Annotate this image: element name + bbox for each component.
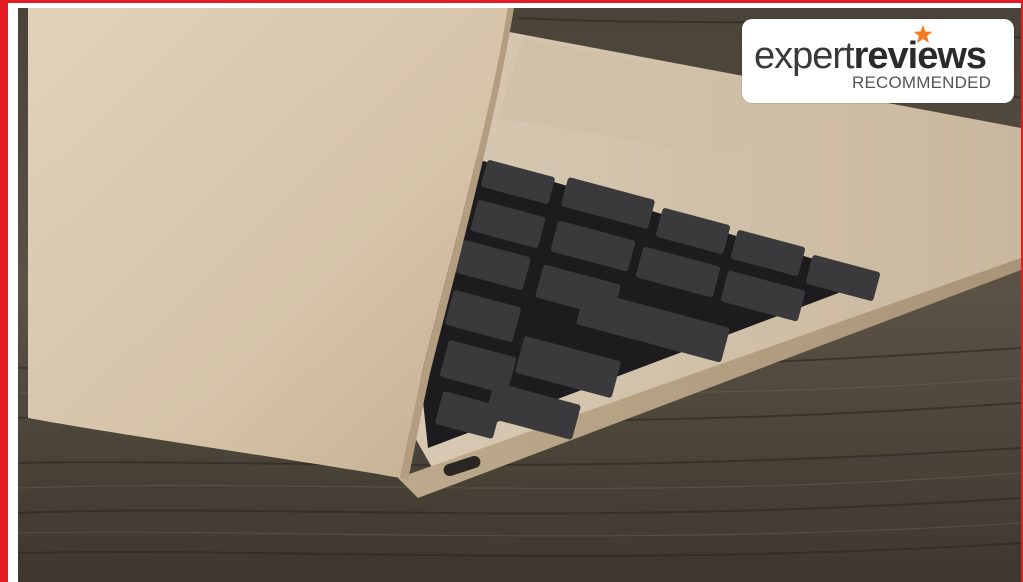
- badge-subtitle: RECOMMENDED: [852, 73, 992, 92]
- image-frame: expertreviews RECOMMENDED: [0, 0, 1023, 582]
- badge-brand-light: expert: [754, 35, 855, 77]
- badge-brand-bold: reviews: [853, 35, 987, 77]
- badge-brand-text: expertreviews: [754, 35, 987, 77]
